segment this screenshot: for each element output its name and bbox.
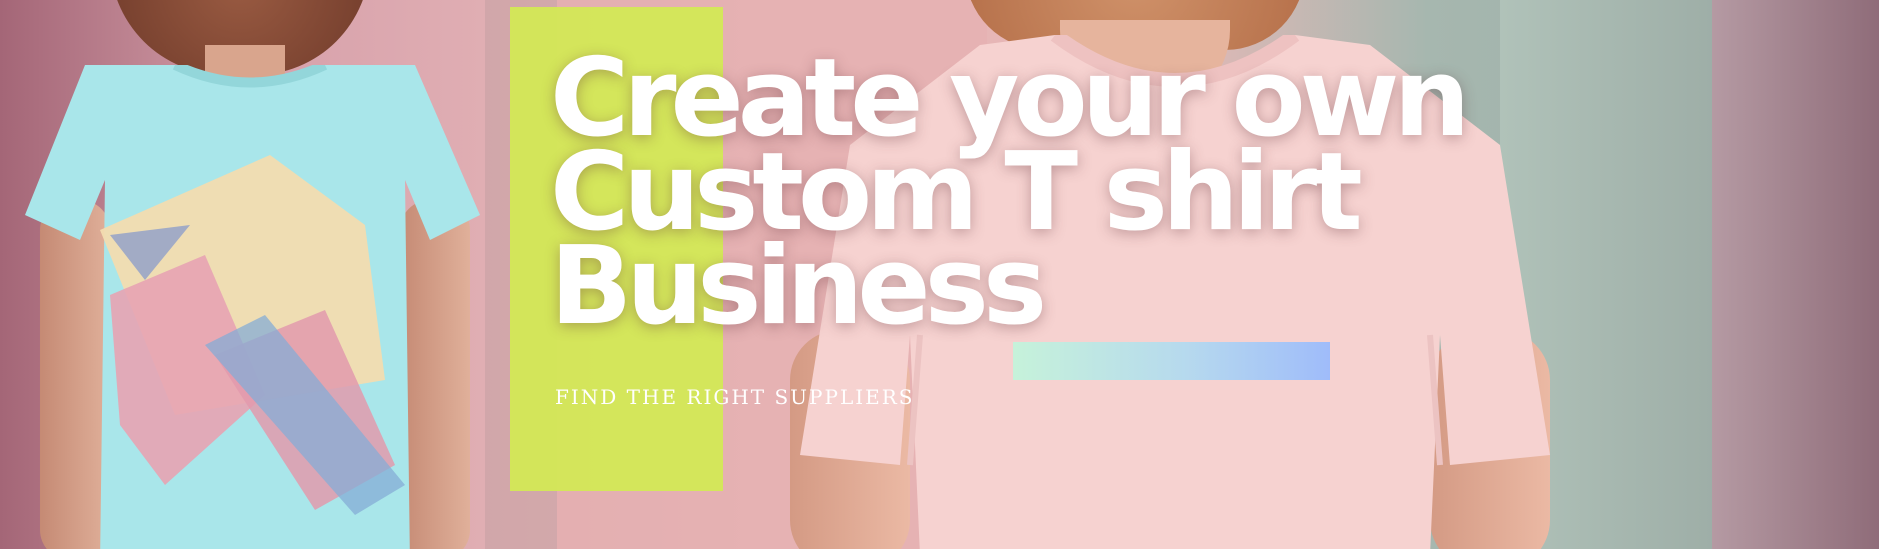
gradient-accent-bar bbox=[1013, 342, 1330, 380]
background-panel-edge bbox=[1712, 0, 1879, 549]
subtitle: FIND THE RIGHT SUPPLIERS bbox=[555, 385, 915, 409]
left-model-tshirt-image bbox=[25, 60, 480, 549]
headline: Create your own Custom T shirt Business bbox=[550, 45, 1470, 341]
hero-banner: Create your own Custom T shirt Business … bbox=[0, 0, 1879, 549]
